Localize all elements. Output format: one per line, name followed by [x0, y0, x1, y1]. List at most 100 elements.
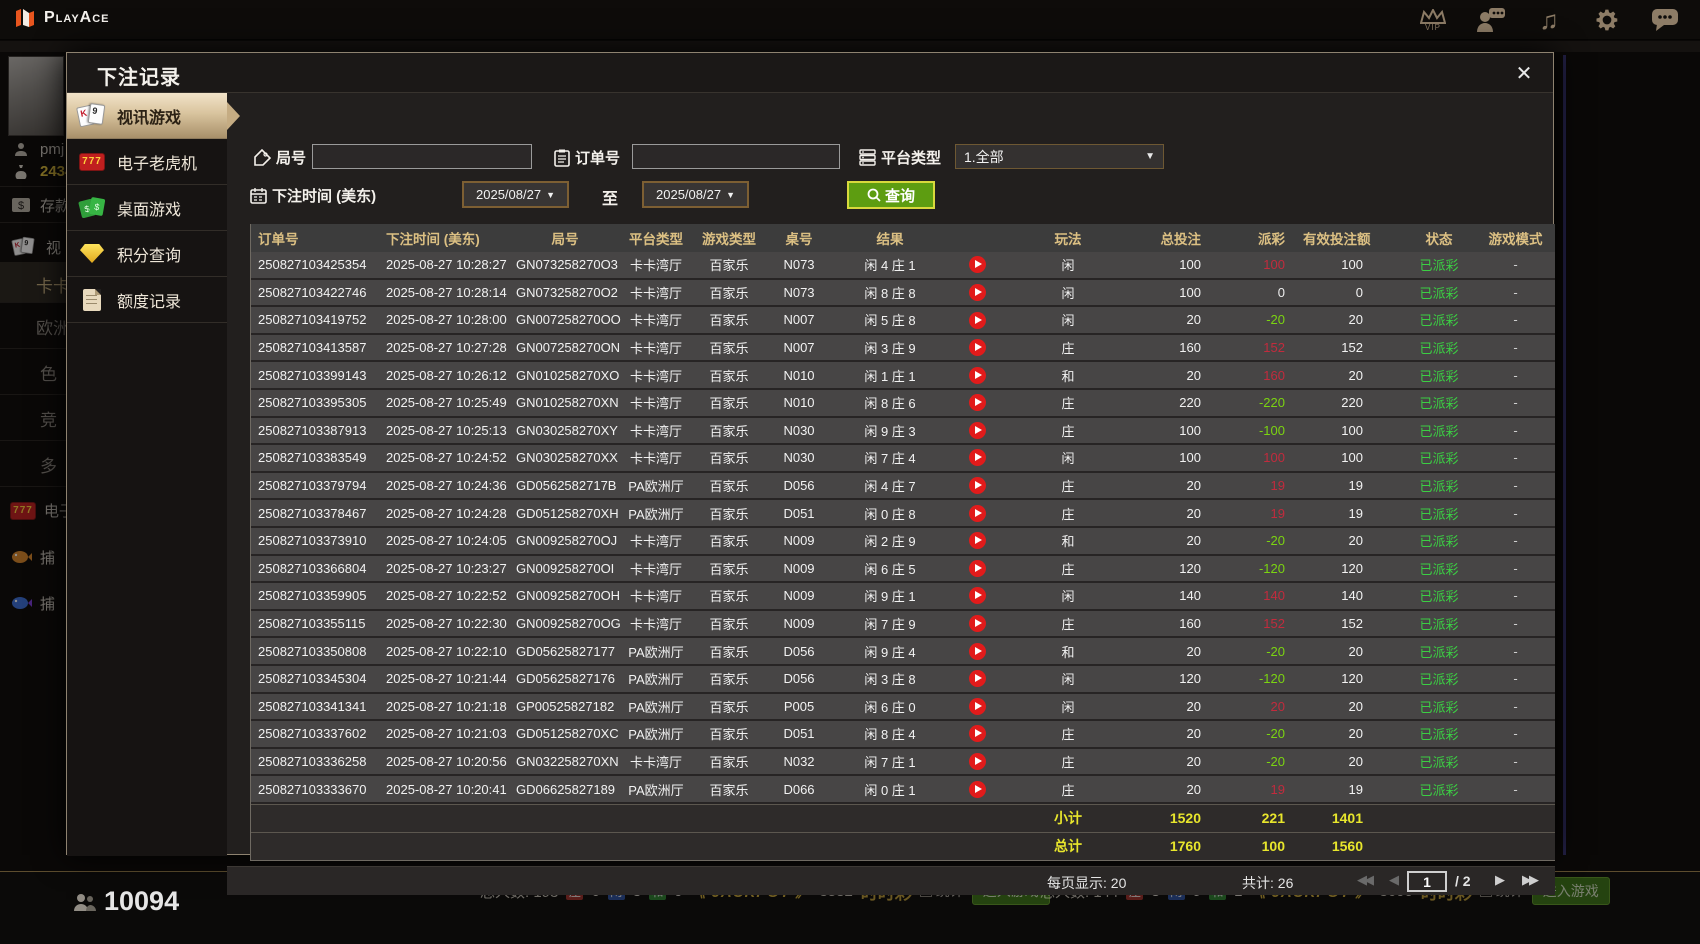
search-icon — [867, 188, 881, 202]
close-icon[interactable]: ✕ — [1511, 61, 1537, 87]
lobby-header-strip — [0, 41, 1700, 52]
cell-bet-time: 2025-08-27 10:24:05 — [386, 533, 507, 549]
vip-icon[interactable]: VIP — [1416, 4, 1450, 36]
next-page-button[interactable]: ▶ — [1495, 872, 1505, 888]
order-no-input[interactable] — [632, 144, 840, 169]
replay-play-icon[interactable] — [968, 366, 986, 384]
nav-label-3: 竞 — [40, 411, 57, 430]
sidebar-item-quota-records[interactable]: 额度记录 — [67, 277, 227, 323]
top-icon-group: VIP ♫ — [1416, 4, 1682, 36]
cell-payout: 160 — [1263, 367, 1285, 383]
user-icon — [10, 138, 32, 160]
cell-game-mode: - — [1513, 257, 1518, 273]
replay-play-icon[interactable] — [968, 725, 986, 743]
replay-play-icon[interactable] — [968, 642, 986, 660]
cell-table-no: N030 — [783, 422, 815, 438]
replay-play-icon[interactable] — [968, 421, 986, 439]
cell-bet-time: 2025-08-27 10:28:14 — [386, 284, 507, 300]
cell-table-no: N009 — [783, 616, 815, 632]
cell-replay — [949, 339, 1005, 357]
replay-play-icon[interactable] — [968, 532, 986, 550]
cell-bet-type: 庄 — [1061, 506, 1075, 522]
cell-total-bet: 20 — [1186, 367, 1201, 383]
table-row: 250827103378467 2025-08-27 10:24:28 GD05… — [251, 500, 1555, 528]
cell-replay — [949, 394, 1005, 412]
cell-table-no: N010 — [783, 367, 815, 383]
pagination-bar: 每页显示: 20 共计: 26 ◀◀ ◀ / 2 ▶ ▶▶ — [227, 866, 1555, 895]
cell-order-no: 250827103378467 — [258, 505, 367, 521]
replay-play-icon[interactable] — [968, 283, 986, 301]
replay-play-icon[interactable] — [968, 449, 986, 467]
platform-type-select[interactable]: 1.全部 ▼ — [955, 144, 1164, 169]
cell-valid-bet: 0 — [1355, 284, 1363, 300]
cell-order-no: 250827103341341 — [258, 698, 367, 714]
table-row: 250827103333670 2025-08-27 10:20:41 GD06… — [251, 776, 1555, 804]
replay-play-icon[interactable] — [968, 670, 986, 688]
cell-payout: 100 — [1263, 257, 1285, 273]
cell-platform: 卡卡湾厅 — [629, 617, 682, 633]
cell-result: 闲 0 庄 8 — [864, 506, 916, 522]
cell-bet-type: 闲 — [1061, 285, 1075, 301]
bet-time-filter-label: 下注时间 (美东) — [250, 185, 376, 206]
cell-result: 闲 6 庄 5 — [864, 561, 916, 577]
replay-play-icon[interactable] — [968, 697, 986, 715]
replay-play-icon[interactable] — [968, 394, 986, 412]
first-page-button[interactable]: ◀◀ — [1357, 872, 1374, 888]
replay-play-icon[interactable] — [968, 256, 986, 274]
playace-logo[interactable]: PlayAce — [14, 7, 110, 29]
replay-play-icon[interactable] — [968, 615, 986, 633]
replay-play-icon[interactable] — [968, 780, 986, 798]
col-header-result: 结果 — [876, 232, 904, 247]
cell-replay — [949, 780, 1005, 798]
cell-payout: -20 — [1266, 726, 1285, 742]
cell-bet-time: 2025-08-27 10:28:27 — [386, 257, 507, 273]
document-icon — [77, 286, 107, 314]
search-button[interactable]: 查询 — [847, 181, 935, 209]
replay-play-icon[interactable] — [968, 311, 986, 329]
cell-game-mode: - — [1513, 643, 1518, 659]
replay-play-icon[interactable] — [968, 504, 986, 522]
table-row: 250827103373910 2025-08-27 10:24:05 GN00… — [251, 527, 1555, 556]
cell-bet-type: 庄 — [1061, 341, 1075, 357]
chat-icon[interactable] — [1648, 4, 1682, 36]
last-page-button[interactable]: ▶▶ — [1522, 872, 1539, 888]
replay-play-icon[interactable] — [968, 559, 986, 577]
subtotal-total-bet: 1520 — [1169, 810, 1201, 827]
cell-valid-bet: 152 — [1341, 616, 1363, 632]
replay-play-icon[interactable] — [968, 587, 986, 605]
cell-status: 已派彩 — [1419, 341, 1459, 357]
cell-table-no: N010 — [783, 395, 815, 411]
prev-page-button[interactable]: ◀ — [1389, 872, 1399, 888]
sidebar-item-table-games[interactable]: $ $ 桌面游戏 — [67, 185, 227, 231]
cell-game-type: 百家乐 — [709, 506, 749, 522]
replay-play-icon[interactable] — [968, 477, 986, 495]
cell-bet-type: 闲 — [1061, 589, 1075, 605]
sidebar-item-slots[interactable]: 777 电子老虎机 — [67, 139, 227, 185]
video-games-icon: K9 — [11, 236, 35, 258]
nav-label-4: 多 — [40, 457, 57, 476]
page-total-label: / 2 — [1455, 873, 1471, 889]
date-from-select[interactable]: 2025/08/27 ▼ — [462, 181, 569, 208]
cell-game-mode: - — [1513, 422, 1518, 438]
fish-game-label-1: 捕 — [40, 549, 56, 567]
date-to-select[interactable]: 2025/08/27 ▼ — [642, 181, 749, 208]
cell-game-type: 百家乐 — [709, 782, 749, 798]
customer-service-icon[interactable] — [1474, 4, 1508, 36]
cell-payout: 100 — [1263, 450, 1285, 466]
cell-game-type: 百家乐 — [709, 479, 749, 495]
cell-bet-time: 2025-08-27 10:21:03 — [386, 726, 507, 742]
replay-play-icon[interactable] — [968, 339, 986, 357]
round-no-input[interactable] — [312, 144, 532, 169]
cell-platform: 卡卡湾厅 — [629, 589, 682, 605]
cell-valid-bet: 140 — [1341, 588, 1363, 604]
settings-gear-icon[interactable] — [1590, 4, 1624, 36]
cell-order-no: 250827103413587 — [258, 340, 367, 356]
sidebar-item-points-query[interactable]: 积分查询 — [67, 231, 227, 277]
music-icon[interactable]: ♫ — [1532, 4, 1566, 36]
replay-play-icon[interactable] — [968, 753, 986, 771]
sidebar-item-video-games[interactable]: K9 视讯游戏 — [67, 93, 240, 139]
slots-icon: 777 — [10, 501, 36, 520]
table-row: 250827103366804 2025-08-27 10:23:27 GN00… — [251, 555, 1555, 584]
page-input[interactable] — [1407, 871, 1447, 892]
logo-text: PlayAce — [44, 9, 110, 26]
